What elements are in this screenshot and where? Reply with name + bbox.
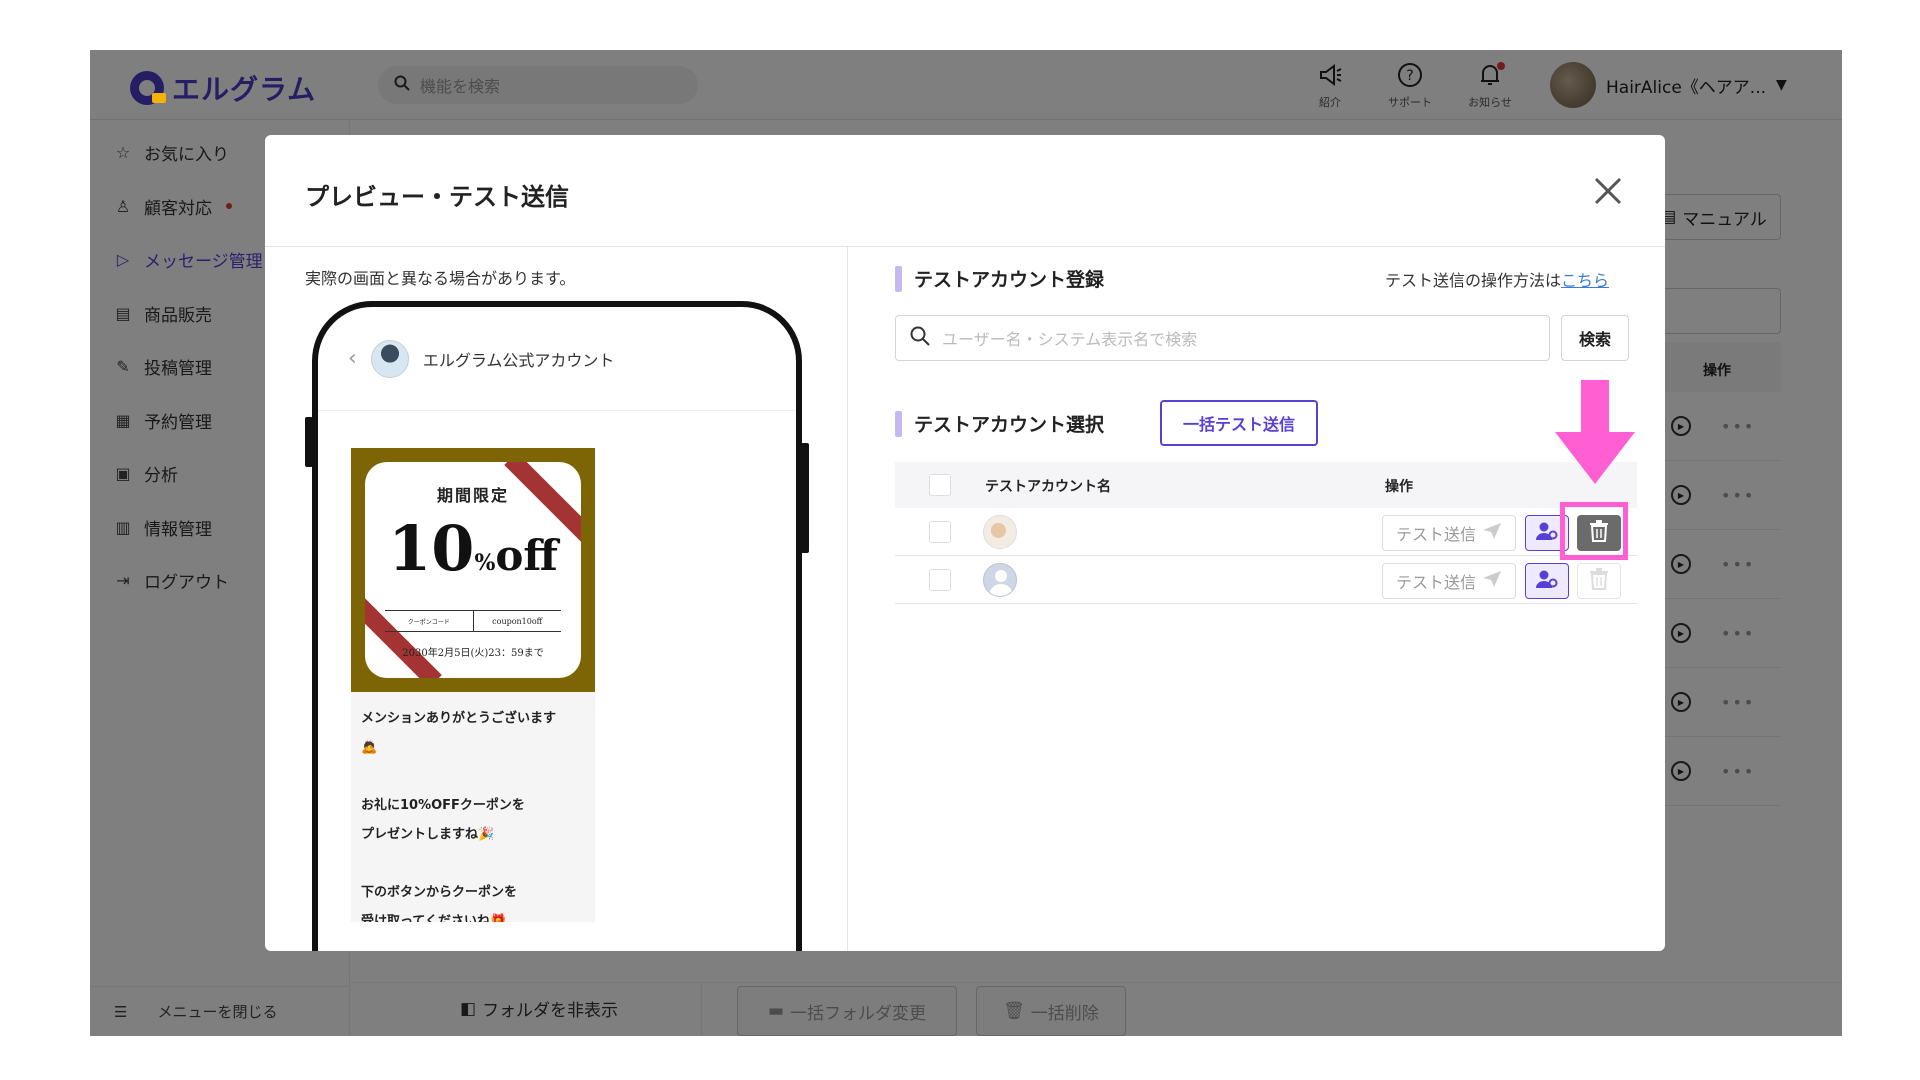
account-table-header: テストアカウント名 操作 — [895, 462, 1637, 508]
chat-account-name: エルグラム公式アカウント — [422, 350, 615, 370]
user-settings-button[interactable] — [1525, 563, 1569, 599]
select-section-title: テストアカウント選択 — [895, 410, 1104, 437]
paper-plane-icon — [1482, 522, 1502, 544]
register-section-label: テストアカウント登録 — [914, 269, 1105, 291]
message-line: メンションありがとうございます — [361, 711, 557, 726]
test-send-button[interactable]: テスト送信 — [1382, 563, 1516, 599]
coupon-code-label: クーポンコード — [385, 611, 474, 631]
col-account-name: テストアカウント名 — [985, 479, 1111, 495]
account-avatar — [983, 515, 1017, 549]
howto-link[interactable]: こちら — [1561, 271, 1609, 290]
search-icon — [910, 326, 930, 350]
annotation-highlight-box — [1560, 502, 1628, 560]
annotation-arrow-icon — [1555, 380, 1635, 485]
message-line: 🙇 — [361, 740, 378, 755]
user-gear-icon — [1535, 569, 1559, 593]
close-icon[interactable] — [1590, 173, 1626, 209]
coupon-code-value: coupon10off — [492, 616, 543, 626]
modal-divider — [847, 247, 848, 951]
message-line — [361, 762, 585, 791]
row-checkbox[interactable] — [929, 569, 951, 591]
test-send-label: テスト送信 — [1395, 573, 1476, 592]
message-line: プレゼントしますね🎉 — [361, 827, 495, 842]
coupon-card: 期間限定 10%off クーポンコード coupon10off 2030年2月5… — [365, 462, 581, 678]
coupon-deadline: 2030年2月5日(火)23：59まで — [402, 648, 544, 659]
user-gear-icon — [1535, 521, 1559, 545]
delete-account-button[interactable] — [1577, 563, 1621, 599]
howto-label: テスト送信の操作方法は — [1385, 271, 1562, 290]
chat-message-bubble: メンションありがとうございます 🙇 お礼に10%OFFクーポンを プレゼントしま… — [351, 692, 595, 922]
howto-text: テスト送信の操作方法はこちら — [1385, 267, 1609, 291]
register-section-title: テストアカウント登録 — [895, 265, 1104, 292]
coupon-code-box: クーポンコード coupon10off — [385, 610, 561, 632]
select-section-label: テストアカウント選択 — [914, 414, 1105, 436]
ribbon-decoration — [365, 590, 442, 678]
modal-header: プレビュー・テスト送信 — [265, 135, 1665, 247]
message-line — [361, 849, 585, 878]
account-search-button[interactable]: 検索 — [1561, 315, 1629, 361]
table-row: テスト送信 — [895, 556, 1637, 604]
chevron-left-icon: ‹ — [348, 346, 357, 371]
account-search-input[interactable]: ユーザー名・システム表示名で検索 — [895, 315, 1550, 361]
message-line: 受け取ってくださいね🎁 — [361, 914, 507, 922]
col-operation: 操作 — [1385, 479, 1413, 495]
account-avatar — [370, 339, 409, 378]
coupon-title: 期間限定 — [436, 486, 509, 505]
account-search-placeholder: ユーザー名・システム表示名で検索 — [942, 330, 1198, 349]
coupon-number: 10 — [388, 512, 475, 585]
coupon-image: 期間限定 10%off クーポンコード coupon10off 2030年2月5… — [351, 448, 595, 692]
bulk-test-send-button[interactable]: 一括テスト送信 — [1160, 400, 1318, 446]
test-send-button[interactable]: テスト送信 — [1382, 515, 1516, 551]
modal-title: プレビュー・テスト送信 — [305, 183, 569, 211]
preview-note: 実際の画面と異なる場合があります。 — [305, 269, 576, 288]
message-line: お礼に10%OFFクーポンを — [361, 798, 525, 813]
default-avatar — [983, 563, 1017, 597]
phone-preview: ‹ エルグラム公式アカウント 期間限定 10%off クーポンコード coupo… — [312, 301, 802, 951]
preview-test-send-modal: プレビュー・テスト送信 実際の画面と異なる場合があります。 ‹ エルグラム公式ア… — [265, 135, 1665, 951]
paper-plane-icon — [1482, 570, 1502, 592]
phone-side-button — [801, 443, 809, 553]
message-line: 下のボタンからクーポンを — [361, 885, 518, 900]
section-accent-bar — [895, 265, 902, 292]
section-accent-bar — [895, 410, 902, 437]
select-all-checkbox[interactable] — [929, 474, 951, 496]
test-send-label: テスト送信 — [1395, 525, 1476, 544]
table-row: テスト送信 — [895, 508, 1637, 556]
coupon-off: off — [495, 531, 558, 580]
coupon-discount: 10%off — [365, 512, 581, 585]
row-checkbox[interactable] — [929, 521, 951, 543]
coupon-percent: % — [474, 550, 496, 576]
chat-header: ‹ エルグラム公式アカウント — [318, 307, 796, 411]
trash-icon — [1589, 568, 1609, 594]
